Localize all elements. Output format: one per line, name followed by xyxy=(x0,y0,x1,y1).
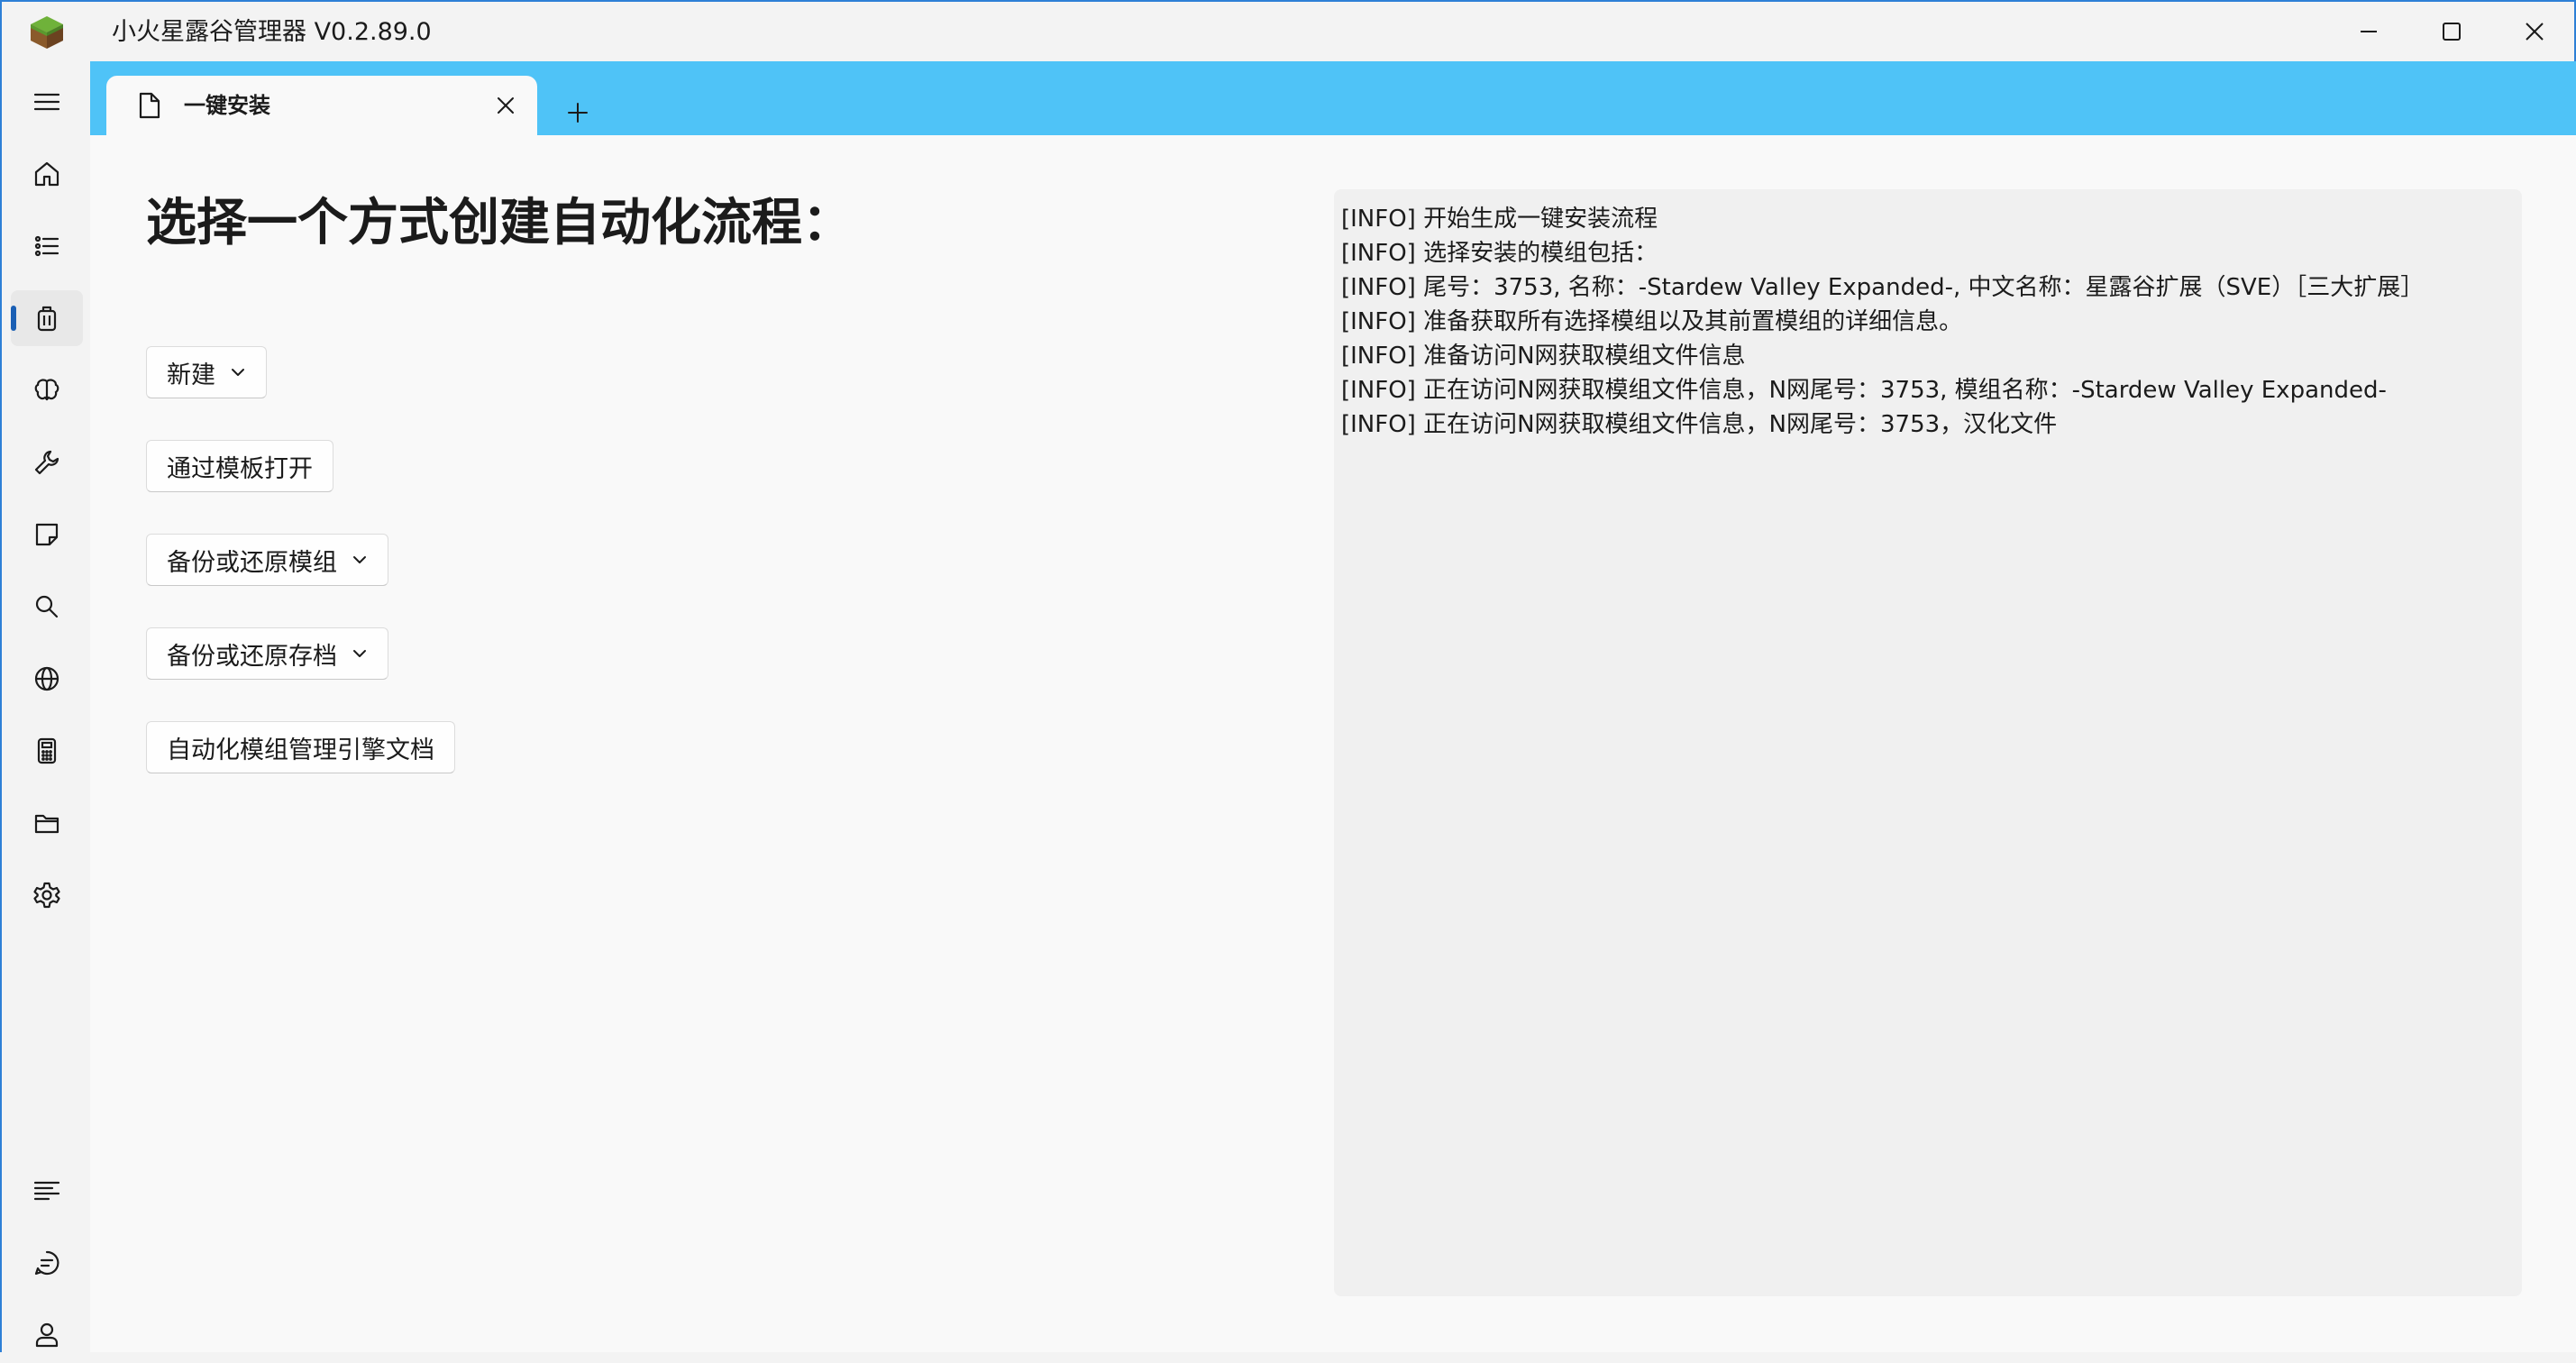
nav-tools[interactable] xyxy=(11,435,83,490)
nav-chat[interactable] xyxy=(11,1235,83,1291)
brain-icon xyxy=(34,379,59,401)
log-lines: [INFO] 开始生成一键安装流程 [INFO] 选择安装的模组包括： [INF… xyxy=(1341,202,2424,442)
backup-restore-mods-button[interactable]: 备份或还原模组 xyxy=(146,534,388,586)
log-line: [INFO] 正在访问N网获取模组文件信息，N网尾号：3753，汉化文件 xyxy=(1341,411,2058,438)
tab-one-click-install[interactable]: 一键安装 xyxy=(106,76,537,135)
user-icon xyxy=(35,1322,59,1348)
button-label: 通过模板打开 xyxy=(167,454,313,483)
lines-icon xyxy=(33,1181,60,1201)
app-title: 小火星露谷管理器 V0.2.89.0 xyxy=(112,18,432,46)
open-from-template-button[interactable]: 通过模板打开 xyxy=(146,440,333,492)
search-icon xyxy=(35,595,59,618)
nav-notes[interactable] xyxy=(11,507,83,563)
home-icon xyxy=(34,161,59,187)
tab-close-button[interactable] xyxy=(490,90,521,121)
grass-block-logo-icon xyxy=(31,16,63,49)
gear-icon xyxy=(33,882,60,909)
wrench-icon xyxy=(34,450,59,475)
maximize-button[interactable] xyxy=(2410,2,2493,61)
log-line: [INFO] 正在访问N网获取模组文件信息，N网尾号：3753, 模组名称：-S… xyxy=(1341,377,2387,404)
nav-search[interactable] xyxy=(11,579,83,635)
nav-web[interactable] xyxy=(11,651,83,707)
app-window: 小火星露谷管理器 V0.2.89.0 一键安装 选择一个方式创建自动化流程： 新… xyxy=(0,0,2576,1352)
add-tab-button[interactable] xyxy=(555,90,600,135)
globe-icon xyxy=(34,666,59,691)
button-label: 备份或还原模组 xyxy=(167,548,337,577)
nav-one-click-install[interactable] xyxy=(11,290,83,346)
minimize-button[interactable] xyxy=(2327,2,2410,61)
log-line: [INFO] 开始生成一键安装流程 xyxy=(1341,206,1658,233)
nav-mod-list[interactable] xyxy=(11,218,83,274)
nav-calculator[interactable] xyxy=(11,723,83,779)
log-panel[interactable]: [INFO] 开始生成一键安装流程 [INFO] 选择安装的模组包括： [INF… xyxy=(1334,189,2522,1296)
list-icon xyxy=(34,235,59,257)
document-icon xyxy=(139,92,160,119)
log-line: [INFO] 准备获取所有选择模组以及其前置模组的详细信息。 xyxy=(1341,308,1963,335)
nav-rail xyxy=(2,61,90,1352)
package-icon xyxy=(37,306,57,332)
main-content: 选择一个方式创建自动化流程： 新建 通过模板打开 备份或还原模组 备份或还原存档… xyxy=(90,135,2576,1352)
button-label: 新建 xyxy=(167,361,215,389)
nav-home[interactable] xyxy=(11,146,83,202)
backup-restore-saves-button[interactable]: 备份或还原存档 xyxy=(146,627,388,680)
nav-log[interactable] xyxy=(11,1163,83,1219)
chevron-down-icon xyxy=(232,369,244,376)
nav-brain[interactable] xyxy=(11,362,83,418)
nav-settings[interactable] xyxy=(11,867,83,923)
button-label: 备份或还原存档 xyxy=(167,642,337,671)
title-bar[interactable]: 小火星露谷管理器 V0.2.89.0 xyxy=(2,2,2574,61)
close-button[interactable] xyxy=(2493,2,2576,61)
button-label: 自动化模组管理引擎文档 xyxy=(167,736,434,764)
nav-menu-toggle[interactable] xyxy=(11,74,83,130)
close-icon xyxy=(498,97,514,114)
tab-strip: 一键安装 xyxy=(90,61,2576,135)
minimize-icon xyxy=(2361,31,2377,32)
engine-docs-button[interactable]: 自动化模组管理引擎文档 xyxy=(146,721,455,773)
log-line: [INFO] 尾号：3753, 名称：-Stardew Valley Expan… xyxy=(1341,274,2425,301)
chat-bubble-icon xyxy=(34,1250,59,1276)
hamburger-menu-icon xyxy=(33,93,60,111)
calculator-icon xyxy=(37,737,57,764)
nav-account[interactable] xyxy=(11,1307,83,1363)
close-icon xyxy=(2526,23,2544,41)
page-title: 选择一个方式创建自动化流程： xyxy=(146,194,853,252)
maximize-icon xyxy=(2443,23,2461,41)
folder-icon xyxy=(34,814,59,834)
log-line: [INFO] 选择安装的模组包括： xyxy=(1341,240,1658,267)
tab-label: 一键安装 xyxy=(184,93,270,118)
chevron-down-icon xyxy=(353,556,366,563)
plus-icon xyxy=(568,103,588,123)
log-line: [INFO] 准备访问N网获取模组文件信息 xyxy=(1341,343,1746,370)
new-dropdown-button[interactable]: 新建 xyxy=(146,346,267,398)
chevron-down-icon xyxy=(353,650,366,657)
nav-folder[interactable] xyxy=(11,795,83,851)
sticky-note-icon xyxy=(35,523,59,546)
